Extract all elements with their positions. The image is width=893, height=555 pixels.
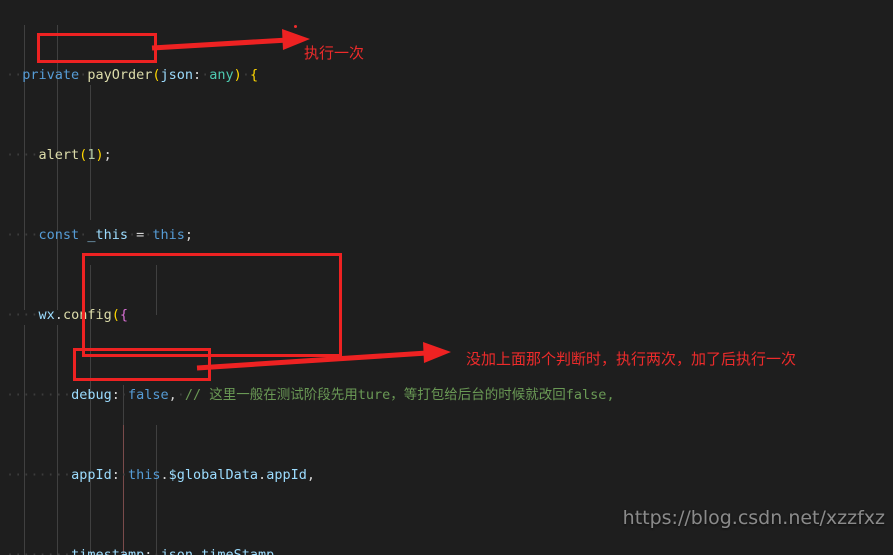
code-line[interactable]: ····const·_this·=·this;	[0, 225, 893, 245]
code-content[interactable]: ··private·payOrder(json:·any)·{ ····aler…	[0, 0, 893, 555]
code-line[interactable]: ····alert(1);	[0, 145, 893, 165]
code-editor[interactable]: ··private·payOrder(json:·any)·{ ····aler…	[0, 0, 893, 555]
code-line[interactable]: ········debug:·false,·// 这里一般在测试阶段先用ture…	[0, 385, 893, 405]
watermark: https://blog.csdn.net/xzzfxz	[622, 507, 885, 529]
code-line[interactable]: ········appId:·this.$globalData.appId,	[0, 465, 893, 485]
annotation-note-2: 没加上面那个判断时，执行两次，加了后执行一次	[466, 350, 797, 368]
annotation-dot	[294, 25, 297, 28]
annotation-note-1: 执行一次	[304, 44, 365, 62]
code-line[interactable]: ··private·payOrder(json:·any)·{	[0, 65, 893, 85]
code-line[interactable]: ········timestamp:·json.timeStamp,	[0, 545, 893, 555]
code-line[interactable]: ····wx.config({	[0, 305, 893, 325]
